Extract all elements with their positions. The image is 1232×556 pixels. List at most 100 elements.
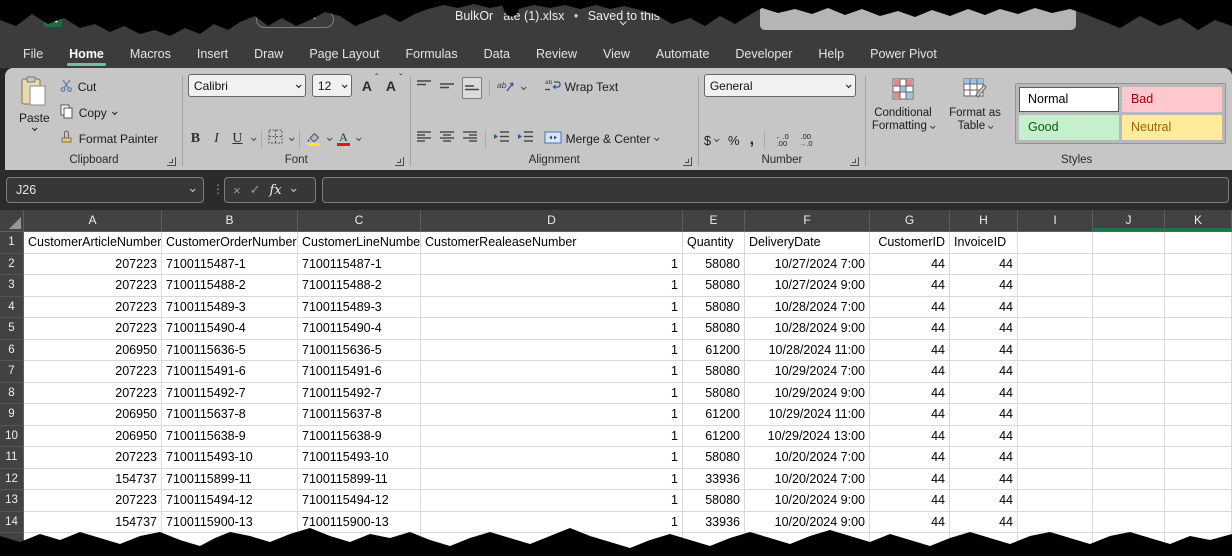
row-header-2[interactable]: 2 xyxy=(0,254,24,276)
tab-insert[interactable]: Insert xyxy=(184,40,241,68)
cell-empty[interactable] xyxy=(1093,404,1165,426)
cell[interactable]: 10/28/2024 7:00 xyxy=(745,297,870,319)
cell-empty[interactable] xyxy=(1018,232,1093,254)
cell-empty[interactable] xyxy=(1018,426,1093,448)
cell-empty[interactable] xyxy=(1093,469,1165,491)
cell[interactable]: 206950 xyxy=(24,404,162,426)
tab-page-layout[interactable]: Page Layout xyxy=(296,40,392,68)
cell-empty[interactable] xyxy=(683,533,745,555)
copy-dropdown-chevron-icon[interactable] xyxy=(112,109,118,115)
cell-empty[interactable] xyxy=(1018,490,1093,512)
cell[interactable]: 61200 xyxy=(683,340,745,362)
row-header-3[interactable]: 3 xyxy=(0,275,24,297)
cell-empty[interactable] xyxy=(1018,383,1093,405)
cell[interactable]: 33936 xyxy=(683,512,745,534)
cell-empty[interactable] xyxy=(1093,275,1165,297)
fill-color-dropdown-chevron-icon[interactable] xyxy=(327,135,333,141)
cell[interactable]: 33936 xyxy=(683,469,745,491)
cell[interactable]: 7100115492-7 xyxy=(162,383,298,405)
cell[interactable]: 7100115489-3 xyxy=(298,297,421,319)
decrease-font-size-button[interactable]: Aˇ xyxy=(382,78,400,94)
column-header-B[interactable]: B xyxy=(162,210,298,232)
column-header-G[interactable]: G xyxy=(870,210,950,232)
cell[interactable]: 10/28/2024 9:00 xyxy=(745,318,870,340)
row-header-14[interactable]: 14 xyxy=(0,512,24,534)
cell-empty[interactable] xyxy=(1018,361,1093,383)
paste-button[interactable]: Paste xyxy=(19,74,50,152)
cell[interactable]: 44 xyxy=(870,404,950,426)
cell-empty[interactable] xyxy=(162,533,298,555)
cell[interactable]: 7100115488-2 xyxy=(298,275,421,297)
cell-empty[interactable] xyxy=(1165,533,1232,555)
cell-empty[interactable] xyxy=(1165,254,1232,276)
cell[interactable]: 207223 xyxy=(24,318,162,340)
cell[interactable]: 44 xyxy=(870,340,950,362)
cell-empty[interactable] xyxy=(1093,254,1165,276)
cell[interactable]: 7100115491-6 xyxy=(162,361,298,383)
cell[interactable]: 1 xyxy=(421,254,683,276)
row-header-7[interactable]: 7 xyxy=(0,361,24,383)
cell[interactable]: 7100115490-4 xyxy=(298,318,421,340)
tab-review[interactable]: Review xyxy=(523,40,590,68)
cell[interactable]: 7100115489-3 xyxy=(162,297,298,319)
row-header-9[interactable]: 9 xyxy=(0,404,24,426)
cell-empty[interactable] xyxy=(1018,340,1093,362)
cell-empty[interactable] xyxy=(1165,404,1232,426)
cell[interactable]: 1 xyxy=(421,297,683,319)
cell-empty[interactable] xyxy=(1093,318,1165,340)
style-normal[interactable]: Normal xyxy=(1019,87,1119,112)
cell[interactable]: 7100115490-4 xyxy=(162,318,298,340)
column-header-D[interactable]: D xyxy=(421,210,683,232)
cell[interactable]: 207223 xyxy=(24,447,162,469)
align-center-button[interactable] xyxy=(439,130,455,148)
cell-empty[interactable] xyxy=(1018,469,1093,491)
tab-power-pivot[interactable]: Power Pivot xyxy=(857,40,950,68)
row-header-6[interactable]: 6 xyxy=(0,340,24,362)
borders-button[interactable] xyxy=(268,129,283,149)
style-neutral[interactable]: Neutral xyxy=(1122,115,1222,140)
confirm-entry-icon[interactable]: ✓ xyxy=(250,182,261,198)
search-bar-fragment[interactable] xyxy=(760,5,1076,30)
column-header-A[interactable]: A xyxy=(24,210,162,232)
cell[interactable]: 1 xyxy=(421,275,683,297)
cancel-entry-icon[interactable]: × xyxy=(233,183,241,198)
cell[interactable]: 207223 xyxy=(24,361,162,383)
cell-empty[interactable] xyxy=(1093,232,1165,254)
cell[interactable]: 1 xyxy=(421,318,683,340)
cell[interactable]: 44 xyxy=(870,318,950,340)
cell-empty[interactable] xyxy=(1165,490,1232,512)
alignment-dialog-launcher-icon[interactable] xyxy=(683,157,692,166)
cell-empty[interactable] xyxy=(1165,275,1232,297)
borders-dropdown-chevron-icon[interactable] xyxy=(289,135,295,141)
comma-style-button[interactable]: , xyxy=(750,131,754,149)
cell[interactable]: 44 xyxy=(950,297,1018,319)
increase-font-size-button[interactable]: Aˆ xyxy=(358,78,376,94)
cell[interactable]: 58080 xyxy=(683,254,745,276)
cell[interactable]: 7100115487-1 xyxy=(162,254,298,276)
cell[interactable]: 1 xyxy=(421,404,683,426)
font-color-dropdown-chevron-icon[interactable] xyxy=(356,135,362,141)
cell-empty[interactable] xyxy=(1093,340,1165,362)
paste-dropdown-chevron-icon[interactable] xyxy=(32,125,38,131)
title-dropdown-chevron-icon[interactable] xyxy=(620,12,625,30)
cell[interactable]: 7100115488-2 xyxy=(162,275,298,297)
merge-center-button[interactable]: Merge & Center xyxy=(544,129,659,148)
row-header-4[interactable]: 4 xyxy=(0,297,24,319)
cell[interactable]: 207223 xyxy=(24,490,162,512)
cell-empty[interactable] xyxy=(1165,340,1232,362)
cell[interactable]: 58080 xyxy=(683,383,745,405)
tab-help[interactable]: Help xyxy=(805,40,857,68)
decrease-decimal-button[interactable]: .00→.0 xyxy=(799,133,813,148)
cell[interactable]: 10/29/2024 9:00 xyxy=(745,383,870,405)
cell-empty[interactable] xyxy=(1093,447,1165,469)
autosave-pill-fragment[interactable] xyxy=(256,11,334,28)
align-right-button[interactable] xyxy=(462,130,478,148)
row-header-10[interactable]: 10 xyxy=(0,426,24,448)
cell[interactable]: 207223 xyxy=(24,275,162,297)
accounting-format-button[interactable]: $ xyxy=(704,133,711,148)
column-header-J[interactable]: J xyxy=(1093,210,1165,232)
cell[interactable]: 44 xyxy=(950,340,1018,362)
cell[interactable]: 1 xyxy=(421,340,683,362)
cell[interactable]: 10/27/2024 7:00 xyxy=(745,254,870,276)
cell-field-header-2[interactable]: CustomerLineNumber xyxy=(298,232,421,254)
